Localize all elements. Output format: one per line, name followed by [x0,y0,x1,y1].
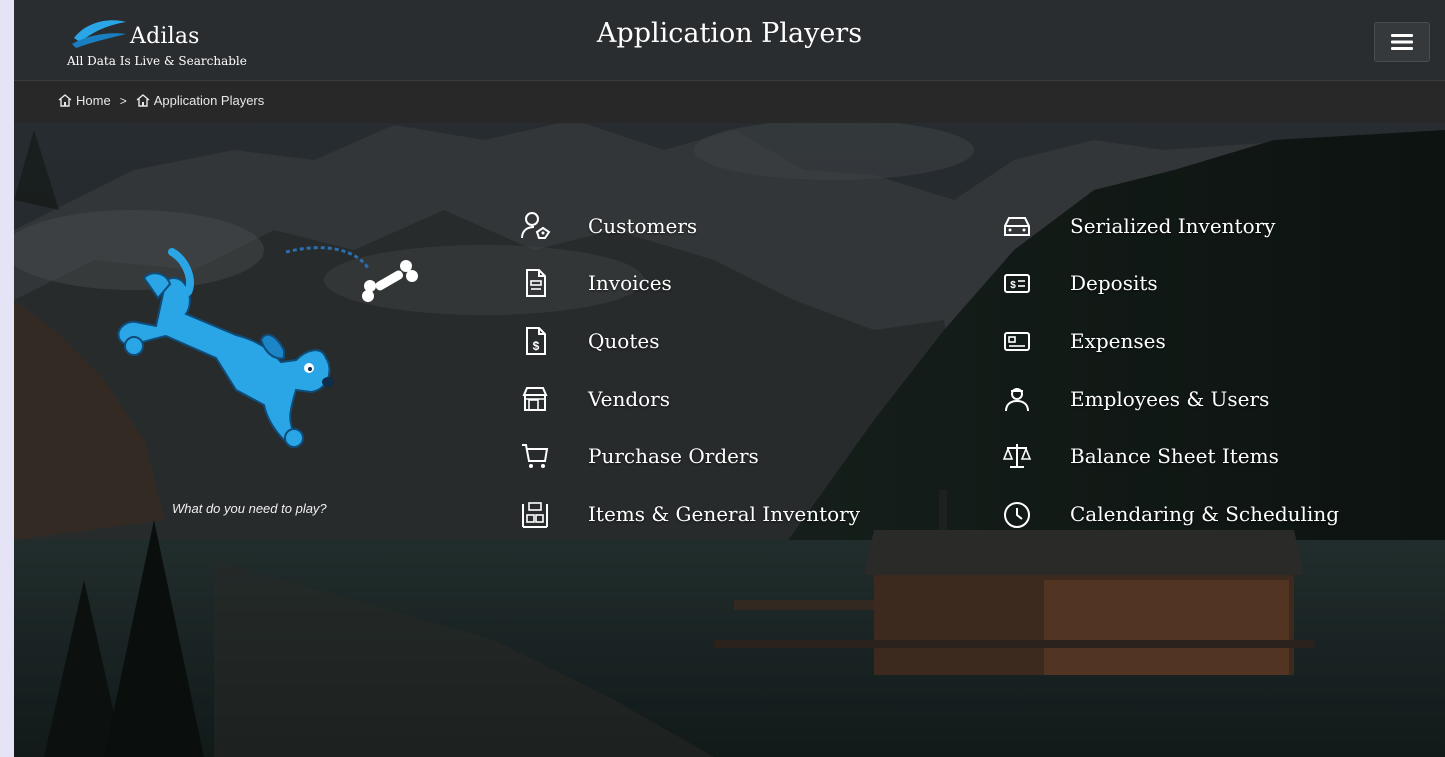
breadcrumb: Home > Application Players [58,93,264,108]
card-icon [996,326,1038,356]
menu-label: Quotes [588,328,660,353]
menu-item-calendaring-scheduling[interactable]: Calendaring & Scheduling [996,485,1339,543]
hamburger-menu-button[interactable] [1374,22,1430,62]
car-icon [996,211,1038,241]
user-tag-icon [514,211,556,241]
menu-label: Serialized Inventory [1070,213,1276,238]
bone-icon [362,260,418,302]
scale-icon [996,441,1038,471]
dollar-document-icon: $ [514,326,556,356]
storefront-icon [514,384,556,414]
page-title: Application Players [596,18,863,49]
home-icon [58,94,72,107]
menu-label: Expenses [1070,328,1166,353]
cash-icon: $ [996,268,1038,298]
menu-item-purchase-orders[interactable]: Purchase Orders [514,427,860,485]
menu-label: Items & General Inventory [588,501,861,526]
brand-tagline: All Data Is Live & Searchable [67,54,247,68]
menu-label: Deposits [1070,271,1158,296]
svg-text:$: $ [1010,280,1016,291]
menu-item-employees-users[interactable]: Employees & Users [996,370,1339,428]
menu-item-invoices[interactable]: Invoices [514,255,860,313]
menu-item-balance-sheet-items[interactable]: Balance Sheet Items [996,427,1339,485]
breadcrumb-bar: Home > Application Players [14,81,1445,123]
page: Adilas All Data Is Live & Searchable App… [14,0,1445,757]
hero-tagline: What do you need to play? [172,501,327,516]
menu-item-deposits[interactable]: $ Deposits [996,255,1339,313]
breadcrumb-current-label: Application Players [153,93,265,108]
breadcrumb-home[interactable]: Home [58,93,111,108]
breadcrumb-home-label: Home [76,93,111,108]
menu-item-expenses[interactable]: Expenses [996,312,1339,370]
menu-item-quotes[interactable]: $ Quotes [514,312,860,370]
menu-item-vendors[interactable]: Vendors [514,370,860,428]
menu-label: Calendaring & Scheduling [1070,501,1340,526]
menu-label: Invoices [588,271,672,296]
clock-icon [996,499,1038,529]
menu-label: Purchase Orders [588,444,759,469]
menu-item-items-general-inventory[interactable]: Items & General Inventory [514,485,860,543]
top-navbar: Adilas All Data Is Live & Searchable App… [14,0,1445,81]
document-icon [514,268,556,298]
breadcrumb-current[interactable]: Application Players [136,93,265,108]
breadcrumb-separator: > [119,93,127,108]
home-icon [136,94,150,107]
menu-label: Employees & Users [1070,386,1270,411]
players-menu-left: Customers Invoices $ Quotes Vendors Purc… [514,197,860,543]
svg-text:$: $ [533,339,540,353]
employee-icon [996,384,1038,414]
menu-label: Balance Sheet Items [1070,444,1279,469]
cart-icon [514,441,556,471]
hamburger-icon [1391,34,1413,50]
inventory-shelf-icon [514,499,556,529]
players-menu-right: Serialized Inventory $ Deposits Expenses… [996,197,1339,543]
dog-mascot [117,246,418,448]
menu-label: Customers [588,213,698,238]
left-edge-strip [0,0,14,757]
menu-item-serialized-inventory[interactable]: Serialized Inventory [996,197,1339,255]
menu-label: Vendors [588,386,670,411]
menu-item-customers[interactable]: Customers [514,197,860,255]
